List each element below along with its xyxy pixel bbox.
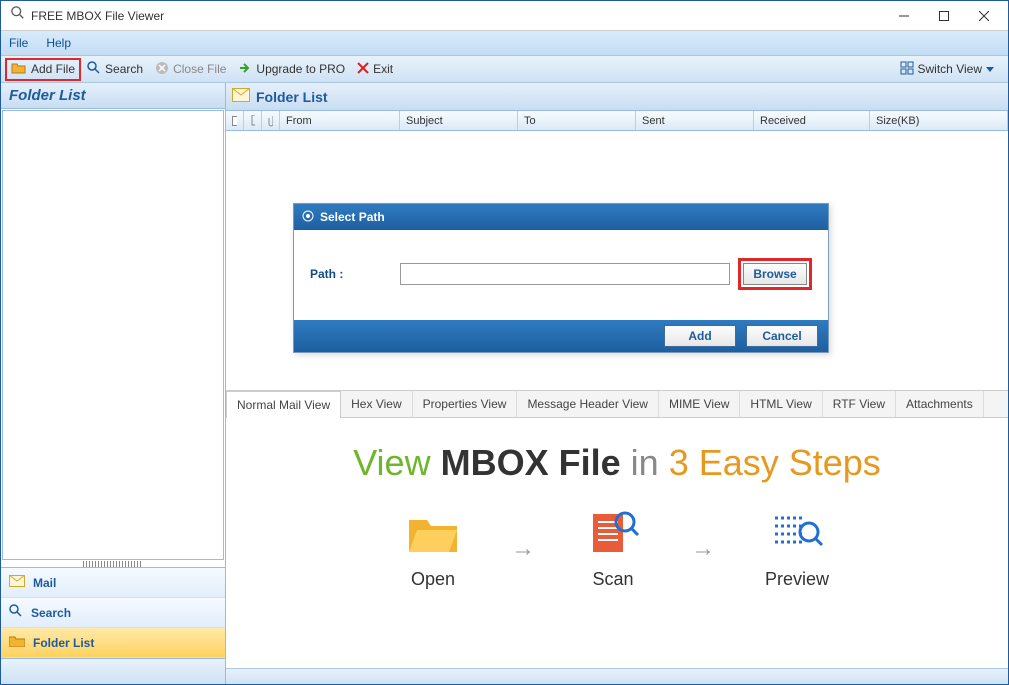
content-header: Folder List [226, 83, 1008, 111]
promo-w2: MBOX File [441, 442, 621, 483]
col-subject[interactable]: Subject [400, 111, 518, 130]
upgrade-button[interactable]: Upgrade to PRO [232, 59, 351, 80]
sidebar-header: Folder List [1, 83, 225, 109]
nav-mail[interactable]: Mail [1, 568, 225, 598]
tab-hex[interactable]: Hex View [341, 391, 412, 417]
select-path-dialog: Select Path Path : Browse Add Cancel [293, 203, 829, 353]
x-icon [357, 62, 369, 77]
col-size[interactable]: Size(KB) [870, 111, 1008, 130]
content-panel: Folder List From Subject To Sent Receive… [226, 83, 1008, 684]
status-bar [226, 668, 1008, 684]
search-button[interactable]: Search [81, 59, 149, 80]
tab-rtf[interactable]: RTF View [823, 391, 896, 417]
content-title: Folder List [256, 89, 328, 105]
col-checkbox[interactable] [226, 111, 244, 130]
dialog-title-bar: Select Path [294, 204, 828, 230]
nav-search-label: Search [31, 606, 71, 620]
add-button[interactable]: Add [664, 325, 736, 347]
tab-attachments[interactable]: Attachments [896, 391, 984, 417]
upgrade-label: Upgrade to PRO [256, 62, 345, 76]
col-flag-icon[interactable] [244, 111, 262, 130]
close-file-button[interactable]: Close File [149, 59, 232, 80]
dialog-body: Path : Browse [294, 230, 828, 320]
tab-normal[interactable]: Normal Mail View [226, 391, 341, 418]
folder-open-icon [405, 508, 461, 561]
menu-file[interactable]: File [9, 36, 28, 50]
path-label: Path : [310, 267, 400, 281]
tab-html[interactable]: HTML View [740, 391, 822, 417]
browse-highlight: Browse [738, 258, 812, 290]
switch-view-label: Switch View [918, 62, 982, 76]
nav-folder-list[interactable]: Folder List [1, 628, 225, 658]
col-to[interactable]: To [518, 111, 636, 130]
promo-title: View MBOX File in 3 Easy Steps [226, 442, 1008, 484]
promo-w1: View [353, 442, 430, 483]
gear-icon [302, 210, 314, 225]
add-file-button[interactable]: Add File [5, 58, 81, 81]
exit-label: Exit [373, 62, 393, 76]
step-open: Open [405, 508, 461, 590]
search-icon [87, 61, 101, 78]
step-open-label: Open [411, 569, 455, 590]
sidebar: Folder List Mail Search Folder List [1, 83, 226, 684]
close-file-label: Close File [173, 62, 226, 76]
col-sent[interactable]: Sent [636, 111, 754, 130]
tab-properties[interactable]: Properties View [413, 391, 518, 417]
promo-w3: in [631, 442, 659, 483]
switch-view-button[interactable]: Switch View [894, 59, 1004, 80]
folder-tree[interactable] [2, 110, 224, 560]
arrow-icon: → [691, 535, 715, 563]
folder-icon [9, 635, 25, 650]
magnifier-icon [11, 6, 25, 25]
step-scan: Scan [585, 508, 641, 590]
promo-steps: Open → Scan → Preview [226, 508, 1008, 590]
promo-w4: 3 Easy Steps [669, 442, 881, 483]
main-area: Folder List Mail Search Folder List Fold… [1, 83, 1008, 684]
document-search-icon [585, 508, 641, 561]
browse-button[interactable]: Browse [743, 263, 807, 285]
cancel-button[interactable]: Cancel [746, 325, 818, 347]
window-title: FREE MBOX File Viewer [31, 9, 164, 23]
toolbar: Add File Search Close File Upgrade to PR… [1, 55, 1008, 83]
close-file-icon [155, 61, 169, 78]
col-received[interactable]: Received [754, 111, 870, 130]
list-search-icon [769, 508, 825, 561]
promo-panel: View MBOX File in 3 Easy Steps Open → Sc… [226, 418, 1008, 668]
add-file-label: Add File [31, 62, 75, 76]
menu-bar: File Help [1, 31, 1008, 55]
grid-body: Select Path Path : Browse Add Cancel [226, 131, 1008, 390]
step-preview-label: Preview [765, 569, 829, 590]
maximize-button[interactable] [924, 2, 964, 30]
minimize-button[interactable] [884, 2, 924, 30]
step-preview: Preview [765, 508, 829, 590]
nav-list: Mail Search Folder List [1, 567, 225, 658]
path-input[interactable] [400, 263, 730, 285]
dialog-title: Select Path [320, 210, 385, 224]
close-button[interactable] [964, 2, 1004, 30]
nav-folder-list-label: Folder List [33, 636, 94, 650]
col-from[interactable]: From [280, 111, 400, 130]
search-label: Search [105, 62, 143, 76]
step-scan-label: Scan [592, 569, 633, 590]
tab-header[interactable]: Message Header View [517, 391, 659, 417]
nav-mail-label: Mail [33, 576, 56, 590]
exit-button[interactable]: Exit [351, 60, 399, 79]
mail-icon [232, 88, 250, 105]
title-bar: FREE MBOX File Viewer [1, 1, 1008, 31]
mail-icon [9, 575, 25, 590]
tab-mime[interactable]: MIME View [659, 391, 740, 417]
nav-search[interactable]: Search [1, 598, 225, 628]
arrow-right-icon [238, 61, 252, 78]
col-attachment-icon[interactable] [262, 111, 280, 130]
dialog-footer: Add Cancel [294, 320, 828, 352]
search-icon [9, 604, 23, 621]
grid-icon [900, 61, 914, 78]
chevron-down-icon [986, 62, 994, 76]
folder-open-icon [11, 61, 27, 78]
grid-header: From Subject To Sent Received Size(KB) [226, 111, 1008, 131]
arrow-icon: → [511, 535, 535, 563]
menu-help[interactable]: Help [46, 36, 71, 50]
view-tabs: Normal Mail View Hex View Properties Vie… [226, 390, 1008, 418]
nav-bottom-strip [1, 658, 225, 684]
